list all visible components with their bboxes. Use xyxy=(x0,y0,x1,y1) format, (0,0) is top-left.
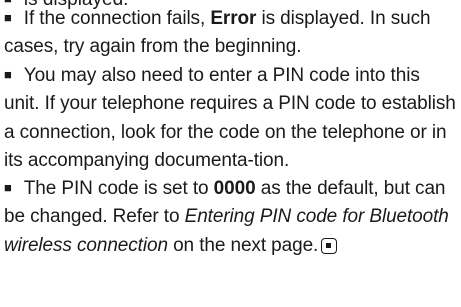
default-pin-value: 0000 xyxy=(213,178,256,199)
note-default-pin: ■ The PIN code is set to 0000 as the defa… xyxy=(4,174,459,260)
square-bullet-icon: ■ xyxy=(4,10,12,25)
manual-page: ■is displayed. ■If the connection fails,… xyxy=(0,0,461,307)
note-text: If the connection fails, xyxy=(23,8,211,29)
note-pin-code-entry: ■ You may also need to enter a PIN code i… xyxy=(4,61,459,176)
note-connection-fails: ■ If the connection fails, Error is displ… xyxy=(4,4,459,62)
note-text: The PIN code is set to xyxy=(23,178,214,199)
note-text: You may also need to enter a PIN code in… xyxy=(4,65,456,172)
square-bullet-icon: ■ xyxy=(4,67,12,82)
end-of-section-icon xyxy=(321,237,338,254)
note-text: on the next page. xyxy=(167,234,319,256)
square-bullet-icon: ■ xyxy=(4,180,12,195)
error-term: Error xyxy=(210,8,257,29)
